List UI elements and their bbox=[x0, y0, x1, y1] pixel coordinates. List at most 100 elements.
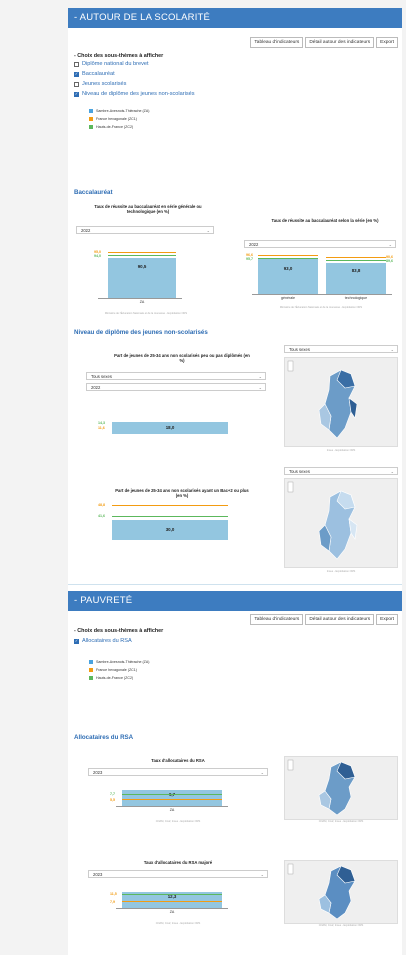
choropleth-map[interactable] bbox=[284, 357, 398, 447]
reference-line-zc2 bbox=[122, 894, 222, 895]
checkbox-box[interactable] bbox=[74, 81, 79, 87]
value-label-zc1: 11,6 bbox=[98, 426, 105, 430]
subtheme-chooser-label: - Choix des sous-thèmes à afficher bbox=[74, 53, 164, 59]
x-tick-label: générale bbox=[281, 296, 295, 300]
checkbox-brevet[interactable]: Diplôme national du brevet bbox=[74, 61, 149, 67]
map-sex-filter-select[interactable]: Tous sexes ⌄ bbox=[284, 345, 398, 353]
export-button[interactable]: Export bbox=[376, 37, 398, 48]
reference-line-zc2 bbox=[122, 794, 222, 795]
reference-line-zc1 bbox=[258, 255, 318, 256]
pauvrete-toolbar: Tableau d'indicateurs Détail autour des … bbox=[250, 614, 398, 625]
bar-technologique: 83,8 bbox=[326, 263, 386, 294]
bar-za: 9,7 bbox=[122, 790, 222, 806]
chart-title: Part de jeunes de 25-34 ans non scolaris… bbox=[115, 488, 249, 499]
choropleth-map[interactable] bbox=[284, 860, 398, 924]
reference-line-zc1 bbox=[326, 257, 386, 258]
map-graphic bbox=[287, 863, 356, 920]
reference-line-zc2 bbox=[108, 255, 176, 256]
checkbox-box[interactable]: ✓ bbox=[74, 71, 79, 77]
chart-source: Ministère de l'Éducation Nationale et de… bbox=[279, 306, 363, 309]
map-source: CNAM, Cnaf, Insee - Exploitation ORS bbox=[318, 924, 364, 927]
export-button[interactable]: Export bbox=[376, 614, 398, 625]
indicator-table-button[interactable]: Tableau d'indicateurs bbox=[250, 37, 304, 48]
legend-label: Hauts-de-France (ZC2) bbox=[96, 676, 134, 680]
chart-title: Taux d'allocataires du RSA majoré bbox=[143, 860, 213, 865]
year-select[interactable]: 2022 ⌄ bbox=[76, 226, 214, 234]
sex-filter-select[interactable]: Tous sexes ⌄ bbox=[86, 372, 266, 380]
legend-item-za: Sambre-Avesnois-Thiérache (ZA) bbox=[89, 660, 149, 664]
checkbox-baccalaureat[interactable]: ✓ Baccalauréat bbox=[74, 71, 115, 77]
map-graphic bbox=[287, 481, 358, 560]
reference-line-zc1 bbox=[112, 505, 228, 506]
checkbox-box[interactable]: ✓ bbox=[74, 91, 79, 97]
x-tick-label: ZA bbox=[139, 300, 145, 304]
legend-swatch bbox=[89, 117, 93, 121]
chevron-down-icon: ⌄ bbox=[206, 228, 210, 233]
section-header-pauvrete[interactable]: - PAUVRETÉ bbox=[68, 591, 402, 611]
x-axis bbox=[116, 908, 228, 909]
value-label-zc1: 5,5 bbox=[110, 798, 115, 802]
legend-label: Sambre-Avesnois-Thiérache (ZA) bbox=[96, 660, 150, 664]
year-select[interactable]: 2023 ⌄ bbox=[88, 768, 268, 776]
section-heading-allocataires-rsa: Allocataires du RSA bbox=[74, 734, 134, 741]
map-graphic bbox=[287, 360, 358, 439]
chart-source: Ministère de l'Éducation Nationale et de… bbox=[104, 312, 188, 315]
x-axis bbox=[116, 806, 228, 807]
x-axis bbox=[252, 294, 392, 295]
x-tick-label: ZA bbox=[169, 910, 175, 914]
checkbox-box[interactable] bbox=[74, 61, 79, 67]
checkbox-label: Allocataires du RSA bbox=[82, 638, 132, 644]
indicator-table-button[interactable]: Tableau d'indicateurs bbox=[250, 614, 304, 625]
section-heading-baccalaureat: Baccalauréat bbox=[74, 189, 113, 196]
legend-swatch bbox=[89, 109, 93, 113]
value-label-zc2: 14,3 bbox=[98, 421, 105, 425]
bar-za: 30,0 bbox=[112, 520, 228, 540]
report-page: - AUTOUR DE LA SCOLARITÉ Tableau d'indic… bbox=[68, 8, 402, 955]
chart-title: Taux d'allocataires du RSA bbox=[151, 758, 205, 763]
x-tick-label: technologique bbox=[344, 296, 368, 300]
indicator-detail-button[interactable]: Détail autour des indicateurs bbox=[305, 37, 375, 48]
value-label-zc2: 11,5 bbox=[110, 892, 117, 896]
checkbox-niveau-diplome[interactable]: ✓ Niveau de diplôme des jeunes non-scolar… bbox=[74, 91, 195, 97]
reference-line-zc1 bbox=[122, 799, 222, 800]
map-sex-filter-select[interactable]: Tous sexes ⌄ bbox=[284, 467, 398, 475]
indicator-detail-button[interactable]: Détail autour des indicateurs bbox=[305, 614, 375, 625]
value-label-zc2: 89,6 bbox=[386, 259, 393, 263]
map-filter-value: Tous sexes bbox=[289, 347, 310, 352]
map-source: CNAM, Cnaf, Insee - Exploitation ORS bbox=[318, 820, 364, 823]
year-select[interactable]: 2022 ⌄ bbox=[86, 383, 266, 391]
legend-swatch bbox=[89, 125, 93, 129]
checkbox-box[interactable]: ✓ bbox=[74, 638, 79, 644]
map-source: Insee - Exploitation ORS bbox=[326, 570, 356, 573]
sex-filter-value: Tous sexes bbox=[91, 374, 112, 379]
year-select[interactable]: 2023 ⌄ bbox=[88, 870, 268, 878]
legend-item-zc1: France hexagonale (ZC1) bbox=[89, 668, 137, 672]
chevron-down-icon: ⌄ bbox=[390, 469, 394, 474]
map-source: Insee - Exploitation ORS bbox=[326, 449, 356, 452]
legend-item-zc2: Hauts-de-France (ZC2) bbox=[89, 125, 133, 129]
choropleth-map[interactable] bbox=[284, 756, 398, 820]
choropleth-map[interactable] bbox=[284, 478, 398, 568]
checkbox-jeunes-scolarises[interactable]: Jeunes scolarisés bbox=[74, 81, 126, 87]
checkbox-allocataires-rsa[interactable]: ✓ Allocataires du RSA bbox=[74, 638, 132, 644]
value-label-zc1: 7,9 bbox=[110, 900, 115, 904]
year-select-value: 2023 bbox=[93, 770, 103, 775]
year-select-value: 2022 bbox=[81, 228, 91, 233]
chevron-down-icon: ⌄ bbox=[388, 242, 392, 247]
year-select[interactable]: 2022 ⌄ bbox=[244, 240, 396, 248]
section-header-scolarite[interactable]: - AUTOUR DE LA SCOLARITÉ bbox=[68, 8, 402, 28]
legend-item-za: Sambre-Avesnois-Thiérache (ZA) bbox=[89, 109, 149, 113]
checkbox-label: Niveau de diplôme des jeunes non-scolari… bbox=[82, 91, 195, 97]
value-label-zc2: 7,7 bbox=[110, 792, 115, 796]
legend-label: Hauts-de-France (ZC2) bbox=[96, 125, 134, 129]
legend-item-zc1: France hexagonale (ZC1) bbox=[89, 117, 137, 121]
legend-item-zc2: Hauts-de-France (ZC2) bbox=[89, 676, 133, 680]
value-label-zc1: 48,8 bbox=[98, 503, 105, 507]
year-select-value: 2022 bbox=[91, 385, 101, 390]
chevron-down-icon: ⌄ bbox=[390, 347, 394, 352]
checkbox-label: Jeunes scolarisés bbox=[82, 81, 127, 87]
chevron-down-icon: ⌄ bbox=[258, 374, 262, 379]
section-heading-niveau-diplome: Niveau de diplôme des jeunes non-scolari… bbox=[74, 329, 208, 336]
year-select-value: 2023 bbox=[93, 872, 103, 877]
bar-generale: 93,0 bbox=[258, 259, 318, 294]
